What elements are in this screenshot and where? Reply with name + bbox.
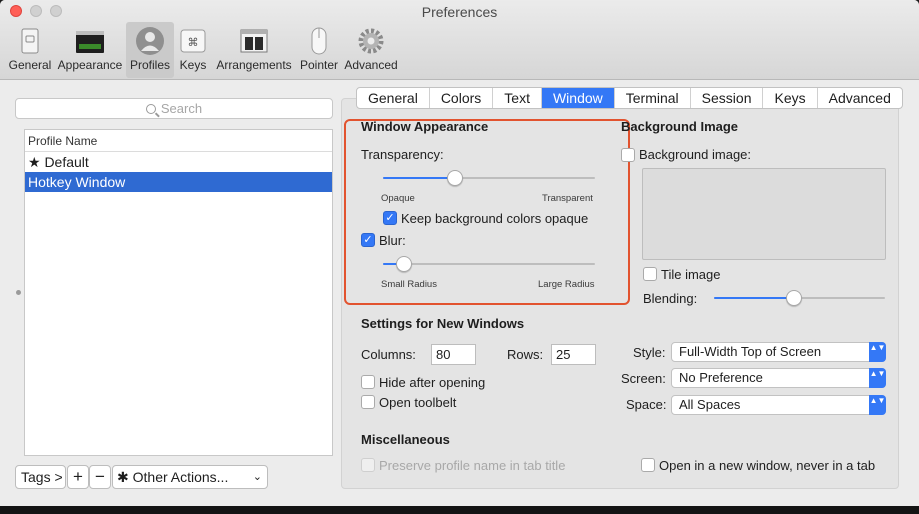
hide-after-opening-checkbox[interactable] — [361, 375, 375, 389]
open-new-window-label: Open in a new window, never in a tab — [659, 458, 876, 473]
toolbar-general-label: General — [8, 58, 52, 72]
search-placeholder: Search — [160, 101, 203, 116]
space-label: Space: — [626, 397, 667, 412]
toolbar-arrangements[interactable]: Arrangements — [214, 22, 294, 78]
search-icon — [145, 104, 156, 114]
toolbar-pointer-label: Pointer — [299, 58, 339, 72]
hide-after-opening-label: Hide after opening — [379, 375, 486, 390]
profile-tabs: General Colors Text Window Terminal Sess… — [356, 87, 903, 109]
blending-slider-fill — [714, 297, 795, 299]
tab-text[interactable]: Text — [493, 88, 542, 108]
blending-slider[interactable] — [714, 290, 885, 306]
background-image-checkbox[interactable] — [621, 148, 635, 162]
blending-slider-knob[interactable] — [786, 290, 803, 306]
advanced-icon — [358, 28, 384, 54]
new-windows-heading: Settings for New Windows — [361, 316, 525, 331]
space-select-value: All Spaces — [679, 397, 741, 412]
other-actions-label: Other Actions... — [132, 469, 229, 485]
rows-field[interactable]: 25 — [551, 344, 596, 365]
style-select-value: Full-Width Top of Screen — [679, 344, 822, 359]
keys-icon: ⌘ — [180, 29, 206, 53]
profile-name-column-header[interactable]: Profile Name — [25, 130, 332, 152]
toolbar-appearance[interactable]: Appearance — [56, 22, 124, 78]
profiles-icon — [136, 27, 164, 55]
stepper-arrows-icon: ▲▼ — [869, 368, 886, 388]
appearance-icon — [76, 31, 104, 53]
columns-field[interactable]: 80 — [431, 344, 476, 365]
stepper-arrows-icon: ▲▼ — [869, 342, 886, 362]
desktop-background-strip — [0, 506, 919, 514]
background-image-heading: Background Image — [621, 119, 739, 134]
add-profile-button[interactable]: + — [67, 465, 89, 489]
background-image-label: Background image: — [639, 147, 752, 162]
tile-image-checkbox[interactable] — [643, 267, 657, 281]
other-actions-button[interactable]: ✱ Other Actions... ⌄ — [112, 465, 268, 489]
preserve-profile-name-label: Preserve profile name in tab title — [379, 458, 566, 473]
preserve-profile-name-checkbox[interactable] — [361, 458, 375, 472]
chevron-down-icon: ⌄ — [252, 471, 262, 483]
toolbar-profiles-label: Profiles — [129, 58, 170, 72]
blending-label: Blending: — [643, 291, 698, 306]
style-select[interactable]: Full-Width Top of Screen ▲▼ — [671, 342, 886, 362]
tab-colors[interactable]: Colors — [430, 88, 494, 108]
window-title: Preferences — [421, 4, 498, 20]
space-select[interactable]: All Spaces ▲▼ — [671, 395, 886, 415]
open-toolbelt-checkbox[interactable] — [361, 395, 375, 409]
toolbar-general[interactable]: General — [6, 22, 54, 78]
preferences-window: Preferences General Appearance Profiles … — [0, 0, 919, 506]
screen-label: Screen: — [621, 371, 666, 386]
toolbar-keys[interactable]: ⌘ Keys — [176, 22, 210, 78]
toolbar-appearance-label: Appearance — [57, 58, 123, 72]
screen-select[interactable]: No Preference ▲▼ — [671, 368, 886, 388]
profile-row-default[interactable]: ★ Default — [25, 152, 332, 172]
gear-icon: ✱ — [117, 469, 129, 485]
tab-keys[interactable]: Keys — [763, 88, 818, 108]
toolbar-advanced[interactable]: Advanced — [344, 22, 398, 78]
profile-row-hotkey-window[interactable]: Hotkey Window — [25, 172, 332, 192]
tile-image-label: Tile image — [661, 267, 721, 282]
toolbar-advanced-label: Advanced — [344, 58, 398, 72]
tab-advanced[interactable]: Advanced — [818, 88, 902, 108]
open-toolbelt-label: Open toolbelt — [379, 395, 457, 410]
open-new-window-checkbox[interactable] — [641, 458, 655, 472]
tags-button[interactable]: Tags > — [15, 465, 66, 489]
tab-general[interactable]: General — [357, 88, 430, 108]
style-label: Style: — [633, 345, 666, 360]
general-icon — [21, 28, 39, 54]
stepper-arrows-icon: ▲▼ — [869, 395, 886, 415]
tab-terminal[interactable]: Terminal — [615, 88, 691, 108]
tab-session[interactable]: Session — [691, 88, 764, 108]
arrangements-icon — [240, 29, 268, 53]
remove-profile-button[interactable]: − — [89, 465, 111, 489]
toolbar-keys-label: Keys — [179, 58, 207, 72]
toolbar-profiles[interactable]: Profiles — [126, 22, 174, 78]
profile-list: Profile Name ★ Default Hotkey Window — [24, 129, 333, 456]
title-bar: Preferences General Appearance Profiles … — [0, 0, 919, 80]
svg-text:⌘: ⌘ — [188, 36, 199, 49]
toolbar-pointer[interactable]: Pointer — [298, 22, 340, 78]
split-view-handle[interactable] — [16, 290, 21, 295]
pointer-icon — [311, 27, 327, 55]
miscellaneous-heading: Miscellaneous — [361, 432, 450, 447]
toolbar-arrangements-label: Arrangements — [216, 58, 292, 72]
columns-label: Columns: — [361, 347, 416, 362]
profile-search-input[interactable]: Search — [15, 98, 333, 119]
background-image-well[interactable] — [642, 168, 886, 260]
tab-window[interactable]: Window — [541, 88, 615, 108]
rows-label: Rows: — [507, 347, 544, 362]
screen-select-value: No Preference — [679, 370, 763, 385]
annotation-highlight-box — [344, 119, 630, 305]
